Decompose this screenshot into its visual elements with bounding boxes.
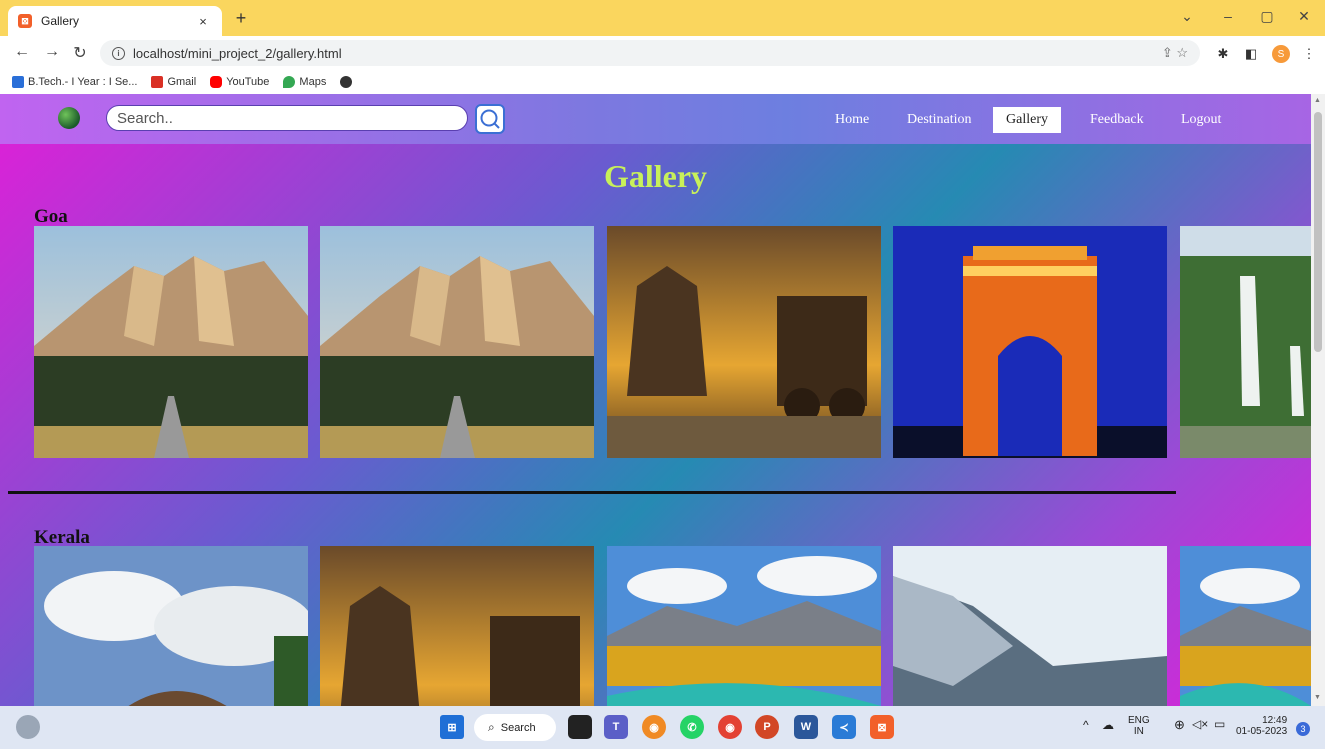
youtube-icon	[210, 76, 223, 88]
river-valley-image	[607, 546, 881, 706]
widgets-icon[interactable]	[16, 715, 40, 739]
tab-gallery[interactable]: ⊠ Gallery ×	[8, 6, 222, 36]
section-divider	[8, 491, 1176, 494]
tab-strip: ⊠ Gallery × + ⌄ – ▢ ✕	[0, 0, 1325, 36]
search-button[interactable]	[475, 104, 505, 134]
section-title-goa: Goa	[34, 206, 68, 227]
bookmark-btech[interactable]: B.Tech.- I Year : I Se...	[12, 76, 137, 88]
favicon-icon: ⊠	[18, 14, 32, 28]
xampp-icon[interactable]: ⊠	[870, 715, 894, 739]
bookmark-gmail[interactable]: Gmail	[151, 76, 196, 88]
globe-icon	[340, 76, 353, 88]
taskbar-search[interactable]: ⌕ Search	[474, 714, 556, 741]
extensions-icon[interactable]: ✱	[1214, 46, 1232, 62]
volume-muted-icon[interactable]: ◁×	[1192, 718, 1208, 730]
bookmark-youtube[interactable]: YouTube	[210, 76, 269, 88]
page-scrollbar[interactable]: ▲ ▼	[1311, 94, 1325, 706]
bookmark-star-icon[interactable]: ⇪ ☆	[1162, 45, 1188, 61]
scroll-up-icon[interactable]: ▲	[1314, 97, 1321, 104]
forward-arrow-icon[interactable]: →	[42, 43, 62, 61]
gallery-image-snowy-mountain[interactable]	[893, 546, 1167, 706]
network-icon[interactable]: ⊕	[1174, 718, 1185, 731]
language-indicator[interactable]: ENG IN	[1128, 715, 1150, 737]
temple-image	[607, 226, 881, 458]
browser-menu-icon[interactable]: ⋮	[1300, 46, 1318, 62]
scroll-thumb[interactable]	[1314, 112, 1322, 352]
bookmarks-bar: B.Tech.- I Year : I Se... Gmail YouTube …	[0, 70, 1325, 94]
gallery-image-river-valley-2[interactable]	[1180, 546, 1311, 706]
nav-home[interactable]: Home	[822, 107, 882, 133]
site-navbar: Home Destination Gallery Feedback Logout	[0, 94, 1311, 144]
reload-icon[interactable]: ↻	[70, 43, 90, 63]
teams-icon[interactable]: T	[604, 715, 628, 739]
gallery-image-mountain-road[interactable]	[34, 226, 308, 458]
url-text: localhost/mini_project_2/gallery.html	[133, 45, 342, 61]
tab-close-icon[interactable]: ×	[194, 14, 212, 29]
gmail-icon	[151, 76, 164, 88]
clock[interactable]: 12:49 01-05-2023	[1236, 715, 1287, 737]
search-input[interactable]	[106, 105, 468, 131]
gallery-image-hampi-temple-2[interactable]	[320, 546, 594, 706]
bookmark-globe[interactable]	[340, 76, 356, 88]
maps-pin-icon	[283, 76, 296, 88]
windows-start-icon[interactable]: ⊞	[440, 715, 464, 739]
site-logo-icon[interactable]	[58, 107, 80, 129]
chrome-icon[interactable]: ◉	[718, 715, 742, 739]
taskbar-search-icon: ⌕	[488, 720, 495, 734]
india-gate-image	[893, 226, 1167, 458]
url-field[interactable]: i localhost/mini_project_2/gallery.html …	[100, 40, 1200, 66]
powerpoint-icon[interactable]: P	[755, 715, 779, 739]
back-arrow-icon[interactable]: ←	[12, 43, 32, 61]
whatsapp-icon[interactable]: ✆	[680, 715, 704, 739]
word-icon[interactable]: W	[794, 715, 818, 739]
btech-icon	[12, 76, 24, 88]
taskbar: ⊞ ⌕ Search T ◉ ✆ ◉ P W ≺ ⊠ ^ ☁ ENG IN ⊕ …	[0, 706, 1325, 749]
gallery-image-houseboat[interactable]	[34, 546, 308, 706]
tab-search-chevron-icon[interactable]: ⌄	[1176, 8, 1198, 25]
new-tab-button[interactable]: +	[232, 9, 250, 27]
tray-chevron-icon[interactable]: ^	[1083, 719, 1089, 731]
info-icon[interactable]: i	[112, 46, 125, 60]
mountain-road-image	[320, 226, 594, 458]
houseboat-image	[34, 546, 308, 706]
bookmark-maps[interactable]: Maps	[283, 76, 326, 88]
tab-title: Gallery	[41, 14, 80, 28]
page-title: Gallery	[603, 158, 708, 194]
vscode-icon[interactable]: ≺	[832, 715, 856, 739]
waterfall-image	[1180, 226, 1311, 458]
gallery-image-mountain-road-2[interactable]	[320, 226, 594, 458]
side-panel-icon[interactable]: ◧	[1242, 46, 1260, 62]
close-window-icon[interactable]: ✕	[1293, 8, 1315, 25]
maximize-icon[interactable]: ▢	[1256, 8, 1278, 25]
search-icon	[480, 109, 500, 129]
gallery-image-hampi-temple[interactable]	[607, 226, 881, 458]
battery-icon[interactable]: ▭	[1214, 718, 1225, 730]
nav-logout[interactable]: Logout	[1168, 107, 1234, 133]
mountain-road-image	[34, 226, 308, 458]
notification-badge[interactable]: 3	[1296, 722, 1310, 736]
address-bar: ← → ↻ i localhost/mini_project_2/gallery…	[0, 36, 1325, 70]
scroll-down-icon[interactable]: ▼	[1314, 694, 1321, 701]
nav-feedback[interactable]: Feedback	[1077, 107, 1157, 133]
onedrive-icon[interactable]: ☁	[1102, 719, 1114, 731]
snowy-mountain-image	[893, 546, 1167, 706]
river-valley-image	[1180, 546, 1311, 706]
temple-image	[320, 546, 594, 706]
gallery-image-river-valley[interactable]	[607, 546, 881, 706]
minimize-icon[interactable]: –	[1217, 8, 1239, 24]
profile-avatar[interactable]: S	[1272, 45, 1290, 63]
task-view-icon[interactable]	[568, 715, 592, 739]
nav-destination[interactable]: Destination	[894, 107, 985, 133]
chrome-profile-icon[interactable]: ◉	[642, 715, 666, 739]
gallery-image-india-gate[interactable]	[893, 226, 1167, 458]
page-viewport: Home Destination Gallery Feedback Logout…	[0, 94, 1311, 706]
nav-gallery[interactable]: Gallery	[993, 107, 1061, 133]
gallery-image-waterfall[interactable]	[1180, 226, 1311, 458]
